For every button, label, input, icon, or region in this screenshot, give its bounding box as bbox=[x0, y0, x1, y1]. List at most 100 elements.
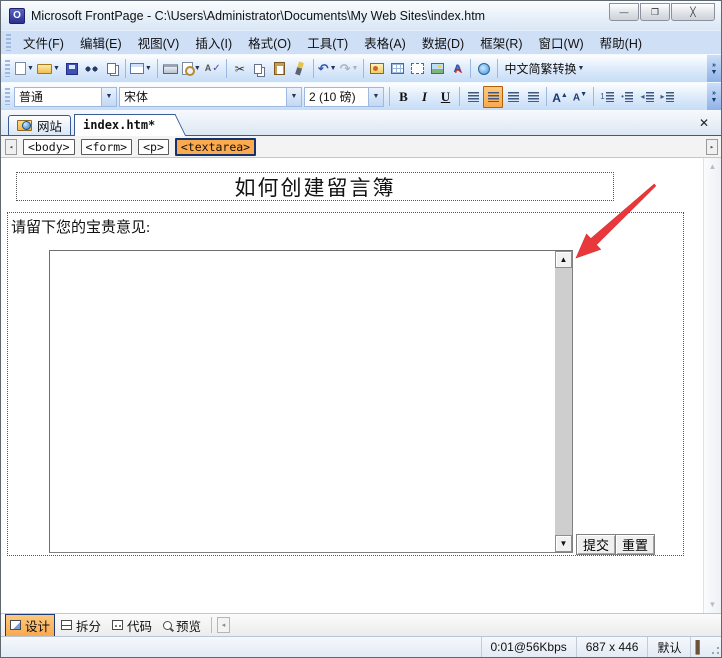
menu-data[interactable]: 数据(D) bbox=[414, 31, 472, 54]
menu-tools[interactable]: 工具(T) bbox=[299, 31, 356, 54]
italic-button[interactable]: I bbox=[414, 86, 435, 108]
close-button[interactable]: ╳ bbox=[671, 3, 715, 21]
style-combobox[interactable]: 普通 ▼ bbox=[14, 86, 117, 107]
hscroll-left-button[interactable]: ◂ bbox=[217, 617, 231, 633]
doc-scroll-up-icon[interactable]: ▲ bbox=[709, 162, 717, 171]
scroll-up-button[interactable]: ▲ bbox=[555, 251, 572, 268]
undo-button[interactable]: ↶ ▼ bbox=[317, 58, 339, 80]
align-right-button[interactable] bbox=[503, 86, 523, 108]
font-combobox[interactable]: 宋体 ▼ bbox=[119, 86, 302, 107]
publish-site-button[interactable] bbox=[102, 58, 122, 80]
toolbar-separator bbox=[389, 87, 390, 106]
save-button[interactable] bbox=[62, 58, 82, 80]
insert-layer-button[interactable] bbox=[407, 58, 427, 80]
paste-button[interactable] bbox=[270, 58, 290, 80]
menu-window[interactable]: 窗口(W) bbox=[531, 31, 592, 54]
tag-scroll-left-button[interactable]: ◂ bbox=[5, 138, 17, 155]
print-preview-button[interactable]: ▼ bbox=[181, 58, 203, 80]
new-document-button[interactable]: ▼ bbox=[14, 58, 36, 80]
spelling-button[interactable]: ✓ bbox=[203, 58, 223, 80]
minimize-button[interactable]: — bbox=[609, 3, 639, 21]
align-left-button[interactable] bbox=[463, 86, 483, 108]
web-component-icon bbox=[370, 63, 385, 74]
document-scrollbar[interactable]: ▲ ▼ bbox=[703, 158, 721, 613]
toggle-pane-button[interactable]: ▼ bbox=[129, 58, 154, 80]
toolbar-overflow-button[interactable]: » ▼ bbox=[707, 83, 721, 110]
menu-file[interactable]: 文件(F) bbox=[15, 31, 72, 54]
grow-font-button[interactable]: A▲ bbox=[550, 86, 570, 108]
format-painter-icon bbox=[295, 61, 305, 76]
increase-indent-button[interactable]: ▸ bbox=[657, 86, 677, 108]
scroll-down-button[interactable]: ▼ bbox=[555, 535, 572, 552]
print-button[interactable] bbox=[161, 58, 181, 80]
cut-button[interactable]: ✂ bbox=[230, 58, 250, 80]
align-center-button[interactable] bbox=[483, 85, 503, 108]
decrease-indent-button[interactable]: ◂ bbox=[637, 86, 657, 108]
tag-body[interactable]: <body> bbox=[23, 138, 75, 155]
resize-grip[interactable] bbox=[708, 637, 721, 657]
paste-icon bbox=[274, 62, 286, 75]
menu-frames[interactable]: 框架(R) bbox=[472, 31, 530, 54]
view-tab-preview[interactable]: 预览 bbox=[158, 614, 206, 637]
shrink-font-button[interactable]: A▼ bbox=[570, 86, 590, 108]
hyperlink-button[interactable] bbox=[474, 58, 494, 80]
menu-help[interactable]: 帮助(H) bbox=[592, 31, 650, 54]
toolbar-grip[interactable] bbox=[6, 34, 11, 51]
align-left-icon bbox=[467, 91, 479, 102]
doc-scroll-down-icon[interactable]: ▼ bbox=[709, 600, 717, 609]
web-component-button[interactable] bbox=[367, 58, 387, 80]
reset-button[interactable]: 重置 bbox=[615, 534, 656, 555]
tab-index-htm[interactable]: index.htm* bbox=[74, 114, 172, 136]
format-painter-button[interactable] bbox=[290, 58, 310, 80]
copy-icon bbox=[254, 63, 263, 74]
title-bar: O Microsoft FrontPage - C:\Users\Adminis… bbox=[1, 1, 721, 30]
close-icon: ╳ bbox=[690, 6, 696, 17]
menu-table[interactable]: 表格(A) bbox=[356, 31, 414, 54]
tag-form[interactable]: <form> bbox=[80, 138, 133, 155]
toolbar-grip[interactable] bbox=[5, 60, 10, 77]
font-size-combobox[interactable]: 2 (10 磅) ▼ bbox=[304, 86, 384, 107]
copy-button[interactable] bbox=[250, 58, 270, 80]
tag-scroll-right-button[interactable]: ▸ bbox=[706, 138, 718, 155]
tag-textarea[interactable]: <textarea> bbox=[174, 137, 257, 156]
menu-format[interactable]: 格式(O) bbox=[240, 31, 299, 54]
bullet-list-button[interactable]: • bbox=[617, 86, 637, 108]
toolbar-overflow-button[interactable]: » ▼ bbox=[707, 55, 721, 82]
tab-website[interactable]: 网站 bbox=[8, 115, 72, 136]
guestbook-textarea[interactable]: ▲ ▼ bbox=[49, 250, 573, 553]
document-canvas[interactable]: 如何创建留言簿 请留下您的宝贵意见: ▲ ▼ 提交 重置 bbox=[1, 158, 703, 613]
status-theme[interactable]: 默认 bbox=[647, 637, 690, 657]
combo-dropdown-icon[interactable]: ▼ bbox=[286, 87, 301, 106]
find-button[interactable] bbox=[82, 58, 102, 80]
close-page-button[interactable]: ✕ bbox=[699, 116, 709, 130]
toolbar-grip[interactable] bbox=[5, 88, 10, 105]
menu-edit[interactable]: 编辑(E) bbox=[72, 31, 130, 54]
textarea-scrollbar[interactable]: ▲ ▼ bbox=[555, 251, 572, 552]
combo-dropdown-icon[interactable]: ▼ bbox=[368, 87, 383, 106]
underline-button[interactable]: U bbox=[435, 86, 456, 108]
status-page-size[interactable]: 687 x 446 bbox=[575, 637, 648, 657]
view-tab-design[interactable]: 设计 bbox=[5, 613, 56, 637]
justify-button[interactable] bbox=[523, 86, 543, 108]
binoculars-icon bbox=[84, 63, 100, 74]
minimize-icon: — bbox=[619, 7, 629, 17]
open-button[interactable]: ▼ bbox=[36, 58, 62, 80]
menu-insert[interactable]: 插入(I) bbox=[187, 31, 240, 54]
menu-view[interactable]: 视图(V) bbox=[130, 31, 188, 54]
tag-p[interactable]: <p> bbox=[138, 138, 169, 155]
numbered-list-button[interactable]: 1 bbox=[597, 86, 617, 108]
combo-dropdown-icon[interactable]: ▼ bbox=[101, 87, 116, 106]
form-block[interactable]: 请留下您的宝贵意见: ▲ ▼ 提交 重置 bbox=[7, 212, 684, 556]
submit-button[interactable]: 提交 bbox=[576, 534, 617, 555]
page-heading-block[interactable]: 如何创建留言簿 bbox=[16, 172, 614, 201]
maximize-button[interactable]: ❐ bbox=[640, 3, 670, 21]
decrease-indent-icon: ◂ bbox=[640, 92, 645, 101]
redo-button[interactable]: ↷ ▼ bbox=[339, 58, 361, 80]
view-tab-split[interactable]: 拆分 bbox=[56, 614, 106, 637]
insert-picture-button[interactable] bbox=[427, 58, 447, 80]
bold-button[interactable]: B bbox=[393, 86, 414, 108]
insert-drawing-button[interactable]: A bbox=[447, 58, 467, 80]
view-tab-code[interactable]: 代码 bbox=[107, 614, 157, 637]
chinese-convert-button[interactable]: 中文简繁转换 ▼ bbox=[501, 58, 588, 80]
insert-table-button[interactable] bbox=[387, 58, 407, 80]
